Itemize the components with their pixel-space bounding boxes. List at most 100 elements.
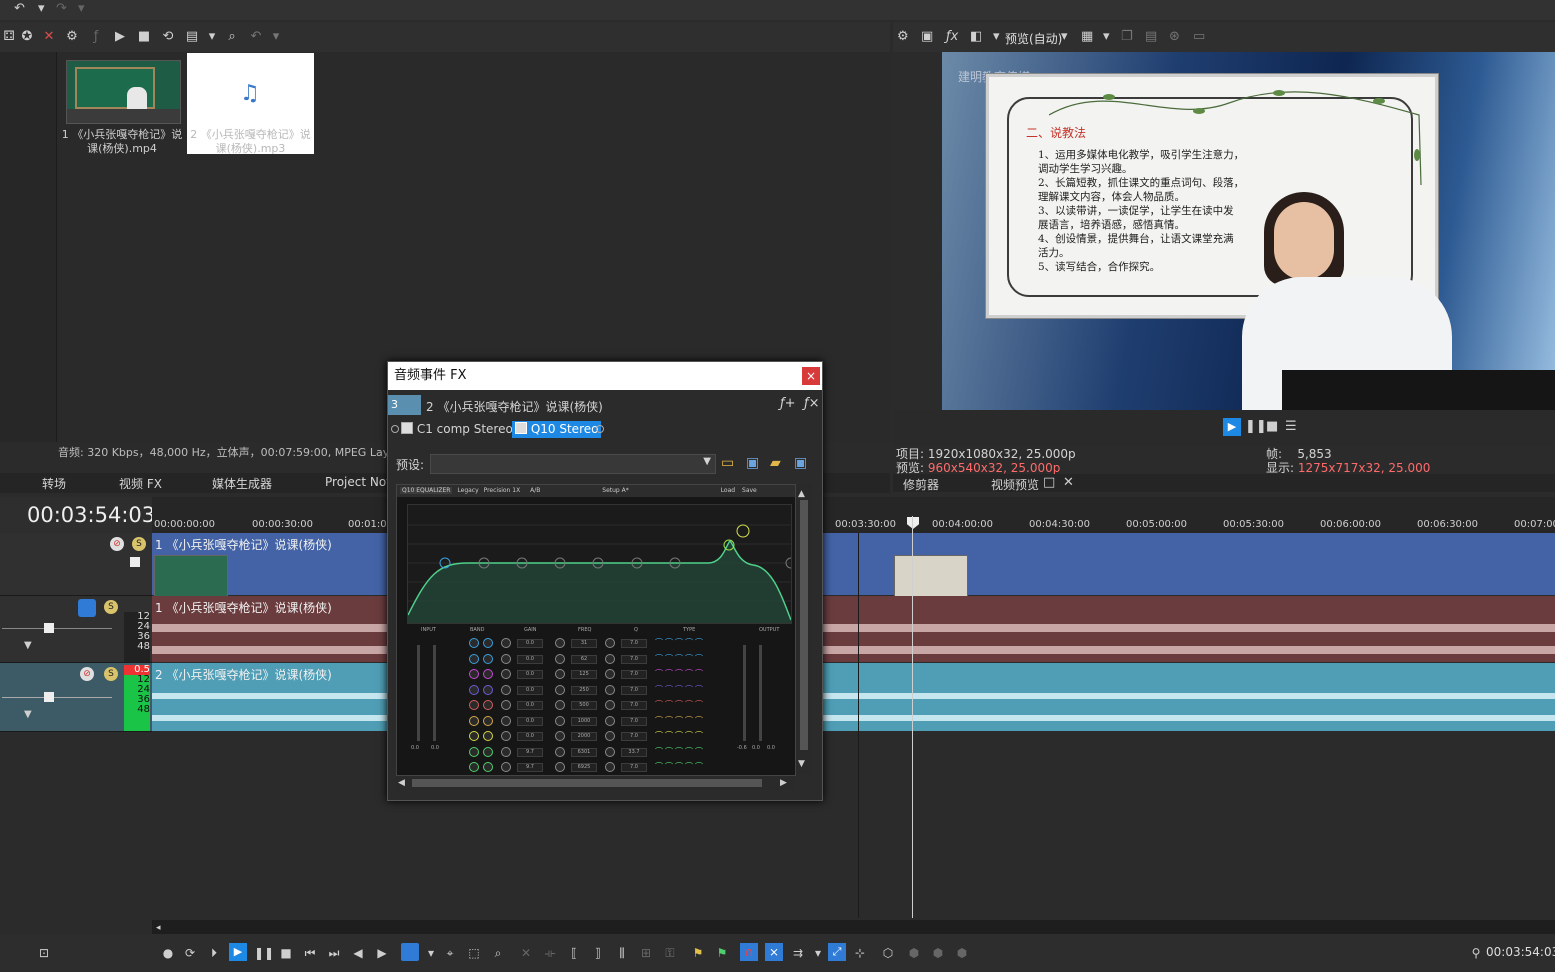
band-number-icon[interactable] bbox=[483, 762, 493, 772]
freq-field[interactable]: 62 bbox=[571, 654, 597, 664]
gain-knob[interactable] bbox=[501, 731, 511, 741]
playhead-marker[interactable] bbox=[907, 517, 919, 529]
eq-band-row[interactable]: 0.0 250 7.0 ⌒⌒⌒⌒⌒ bbox=[397, 683, 795, 697]
band-power-icon[interactable] bbox=[469, 762, 479, 772]
next-frame-icon[interactable]: ▶ bbox=[374, 945, 390, 961]
video-track[interactable]: 1 《小兵张嘎夺枪记》说课(杨侠) bbox=[152, 533, 1555, 597]
q-field[interactable]: 7.0 bbox=[621, 732, 647, 741]
pause-icon[interactable]: ❚❚ bbox=[1245, 419, 1267, 435]
gain-field[interactable]: 9.7 bbox=[517, 747, 543, 757]
event-fx-icon[interactable]: ⬡ bbox=[880, 945, 896, 961]
freq-field[interactable]: 6925 bbox=[571, 763, 597, 772]
band-power-icon[interactable] bbox=[469, 746, 479, 757]
scroll-right-icon[interactable]: ▶ bbox=[780, 775, 787, 791]
trim-icon[interactable]: ⟛ bbox=[542, 945, 558, 961]
gain-field[interactable]: 0.0 bbox=[517, 685, 543, 695]
save-all-icon[interactable]: ▣ bbox=[794, 455, 807, 471]
play-button[interactable]: ▶ bbox=[229, 943, 247, 961]
marker-icon[interactable]: ⚑ bbox=[690, 945, 706, 961]
chevron-down-icon[interactable]: ▼ bbox=[703, 456, 711, 467]
split-screen-icon[interactable]: ◧ bbox=[970, 29, 982, 45]
mute-icon[interactable]: ⊘ bbox=[110, 537, 124, 551]
freq-knob[interactable] bbox=[555, 684, 565, 695]
band-power-icon[interactable] bbox=[469, 731, 479, 741]
q-field[interactable]: 7.0 bbox=[621, 639, 647, 648]
freq-field[interactable]: 250 bbox=[571, 685, 597, 695]
filter-type-icons[interactable]: ⌒⌒⌒⌒⌒ bbox=[655, 761, 705, 772]
band-number-icon[interactable] bbox=[483, 715, 493, 726]
volume-slider-track[interactable] bbox=[2, 697, 112, 698]
q-knob[interactable] bbox=[605, 731, 615, 741]
tab-trimmer[interactable]: 修剪器 bbox=[903, 476, 939, 493]
split-icon[interactable]: ⫼ bbox=[614, 945, 630, 961]
chevron-down-icon[interactable]: ▾ bbox=[993, 29, 1000, 45]
loop-icon[interactable]: ⟳ bbox=[182, 945, 198, 961]
preview-quality-dropdown[interactable]: 预览(自动) bbox=[1005, 30, 1062, 47]
tab-transitions[interactable]: 转场 bbox=[42, 475, 66, 492]
zoom-tool-icon[interactable]: ⌕ bbox=[490, 945, 506, 961]
freq-knob[interactable] bbox=[555, 731, 565, 741]
gain-knob[interactable] bbox=[501, 653, 511, 664]
timeline-horizontal-scrollbar[interactable]: ◂ bbox=[152, 920, 1555, 934]
auto-crossfade-icon[interactable]: ⨯ bbox=[765, 943, 783, 961]
gain-knob[interactable] bbox=[501, 684, 511, 695]
selection-tool-icon[interactable]: ⬚ bbox=[466, 945, 482, 961]
q-field[interactable]: 33.7 bbox=[621, 747, 647, 757]
chevron-down-icon[interactable]: ▾ bbox=[38, 1, 45, 17]
eq-tab[interactable]: Setup A* bbox=[602, 487, 628, 494]
filter-type-icons[interactable]: ⌒⌒⌒⌒⌒ bbox=[655, 653, 705, 664]
q-knob[interactable] bbox=[605, 638, 615, 648]
region-icon[interactable]: ⚑ bbox=[714, 945, 730, 961]
freq-knob[interactable] bbox=[555, 638, 565, 648]
volume-slider-thumb[interactable] bbox=[44, 692, 54, 702]
eq-curve-graph[interactable] bbox=[407, 504, 795, 624]
eq-tab[interactable]: Save bbox=[742, 487, 757, 494]
filter-type-icons[interactable]: ⌒⌒⌒⌒⌒ bbox=[655, 637, 705, 648]
scroll-thumb[interactable] bbox=[412, 779, 762, 787]
q-field[interactable]: 7.0 bbox=[621, 763, 647, 772]
freq-field[interactable]: 2000 bbox=[571, 732, 597, 741]
audio-track-1[interactable]: 1 《小兵张嘎夺枪记》说课(杨侠) bbox=[152, 596, 1555, 662]
solo-icon[interactable]: S bbox=[132, 537, 146, 551]
q-field[interactable]: 7.0 bbox=[621, 670, 647, 679]
horizontal-scrollbar[interactable]: ◀ ▶ bbox=[396, 776, 794, 790]
load-preset-icon[interactable]: ▰ bbox=[770, 455, 781, 471]
q-field[interactable]: 7.0 bbox=[621, 716, 647, 726]
band-number-icon[interactable] bbox=[483, 653, 493, 664]
ripple-edit-icon[interactable]: ⇉ bbox=[790, 945, 806, 961]
chevron-down-icon[interactable]: ▾ bbox=[423, 945, 439, 961]
import-media-icon[interactable]: ⚃ bbox=[0, 29, 18, 45]
gain-knob[interactable] bbox=[501, 746, 511, 757]
freq-field[interactable]: 1000 bbox=[571, 716, 597, 726]
stop-icon[interactable]: ■ bbox=[1266, 419, 1278, 435]
stop-icon[interactable]: ■ bbox=[278, 945, 294, 961]
volume-slider-thumb[interactable] bbox=[44, 623, 54, 633]
tab-media-generators[interactable]: 媒体生成器 bbox=[212, 475, 272, 492]
snapping-icon[interactable]: ∩ bbox=[740, 943, 758, 961]
band-power-icon[interactable] bbox=[469, 669, 479, 679]
eq-band-row[interactable]: 0.0 125 7.0 ⌒⌒⌒⌒⌒ bbox=[397, 667, 795, 681]
filter-type-icons[interactable]: ⌒⌒⌒⌒⌒ bbox=[655, 699, 705, 710]
auto-preview-icon[interactable]: ⟲ bbox=[159, 29, 177, 45]
filter-type-icons[interactable]: ⌒⌒⌒⌒⌒ bbox=[655, 715, 705, 726]
solo-icon[interactable]: S bbox=[104, 667, 118, 681]
chevron-down-icon[interactable]: ▾ bbox=[203, 29, 221, 45]
lock-icon[interactable]: ⚿ bbox=[662, 945, 678, 961]
gear-icon[interactable]: ⚙ bbox=[63, 29, 81, 45]
eq-tab[interactable]: Legacy bbox=[457, 487, 478, 494]
redo-icon[interactable]: ↷ bbox=[56, 1, 67, 17]
tab-video-preview[interactable]: 视频预览 bbox=[991, 476, 1039, 493]
audio-track2-header[interactable]: ⊘ S ▼ 0.5 12 24 36 48 bbox=[0, 663, 152, 732]
band-power-icon[interactable] bbox=[469, 700, 479, 710]
stop-icon[interactable]: ■ bbox=[135, 29, 153, 45]
media-thumbnail-video[interactable] bbox=[66, 60, 181, 124]
mute-icon[interactable]: ⊘ bbox=[80, 667, 94, 681]
monitor-icon[interactable]: ▭ bbox=[1193, 29, 1205, 45]
eq-band-row[interactable]: 0.0 62 7.0 ⌒⌒⌒⌒⌒ bbox=[397, 652, 795, 666]
freq-knob[interactable] bbox=[555, 762, 565, 772]
gain-field[interactable]: 0.0 bbox=[517, 639, 543, 648]
pause-icon[interactable]: ❚❚ bbox=[254, 945, 274, 961]
filter-type-icons[interactable]: ⌒⌒⌒⌒⌒ bbox=[655, 684, 705, 695]
external-monitor-icon[interactable]: ▣ bbox=[921, 29, 933, 45]
q-knob[interactable] bbox=[605, 746, 615, 757]
